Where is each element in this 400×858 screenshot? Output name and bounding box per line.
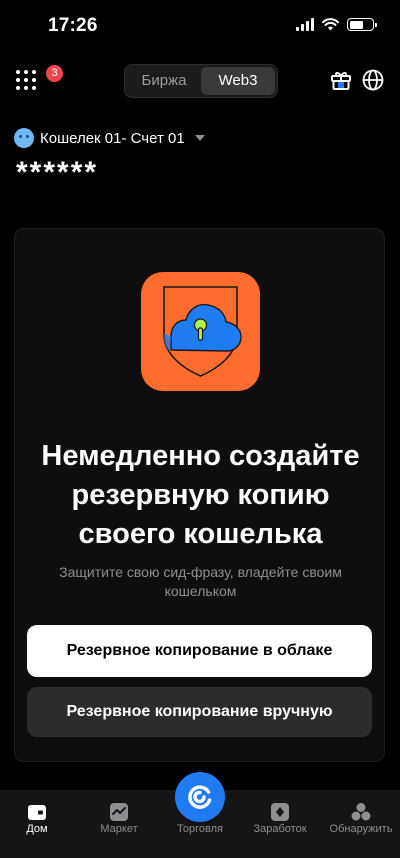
nav-label: Обнаружить xyxy=(329,823,393,835)
nav-label-trade: Торговля xyxy=(177,823,223,835)
globe-icon[interactable] xyxy=(362,69,384,91)
backup-title-line-1: Немедленно создайте xyxy=(41,440,360,472)
status-icons xyxy=(296,18,377,31)
account-selector[interactable]: Кошелек 01- Счет 01 xyxy=(14,127,205,149)
discover-icon xyxy=(351,803,371,821)
nav-earn[interactable]: Заработок xyxy=(240,790,320,858)
backup-title-line-2: резервную копию xyxy=(71,479,330,511)
nav-label: Дом xyxy=(26,823,48,835)
status-bar: 17:26 xyxy=(0,0,400,52)
nav-discover[interactable]: Обнаружить xyxy=(321,790,400,858)
wallet-icon xyxy=(28,805,46,820)
cloud-shield-illustration xyxy=(141,272,260,391)
market-chart-icon xyxy=(110,803,128,821)
signal-icon xyxy=(296,18,314,31)
cloud-backup-button[interactable]: Резервное копирование в облаке xyxy=(27,625,372,677)
apps-menu-button[interactable]: 3 xyxy=(14,65,63,94)
tab-web3[interactable]: Web3 xyxy=(201,67,275,95)
status-time: 17:26 xyxy=(48,15,98,36)
nav-home[interactable]: Дом xyxy=(0,790,77,858)
header: 3 Биржа Web3 xyxy=(0,60,400,100)
nav-label: Заработок xyxy=(253,823,307,835)
backup-subtitle: Защитите свою сид-фразу, владейте своим … xyxy=(59,564,342,599)
account-name: Кошелек 01- Счет 01 xyxy=(40,129,185,147)
earn-icon xyxy=(271,803,289,821)
nav-trade[interactable] xyxy=(175,772,225,822)
backup-title: Немедленно создайте резервную копию свое… xyxy=(15,437,386,554)
notification-badge: 3 xyxy=(46,65,63,82)
tab-exchange[interactable]: Биржа xyxy=(127,67,201,95)
backup-card: Немедленно создайте резервную копию свое… xyxy=(14,228,385,762)
exchange-web3-switch: Биржа Web3 xyxy=(124,64,278,98)
nav-label: Маркет xyxy=(100,823,138,835)
balance-hidden[interactable]: ****** xyxy=(16,156,98,190)
grid-menu-icon xyxy=(14,68,40,92)
trade-icon xyxy=(188,785,212,809)
manual-backup-button[interactable]: Резервное копирование вручную xyxy=(27,687,372,737)
battery-icon xyxy=(347,18,377,31)
nav-market[interactable]: Маркет xyxy=(79,790,159,858)
chevron-down-icon xyxy=(194,135,205,141)
account-avatar xyxy=(14,128,34,148)
gift-icon[interactable] xyxy=(330,69,352,91)
backup-title-line-3: своего кошелька xyxy=(78,518,323,550)
wifi-icon xyxy=(322,18,339,31)
